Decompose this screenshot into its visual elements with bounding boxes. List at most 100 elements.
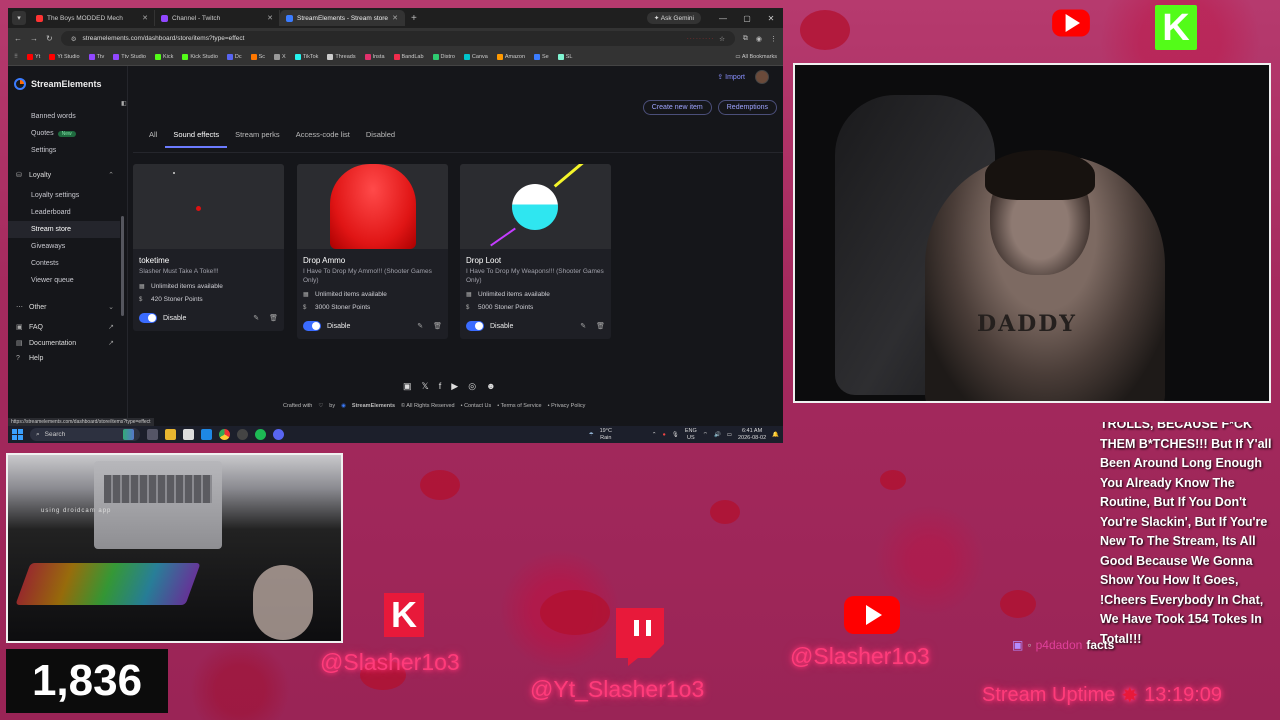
mic-icon[interactable]: 🎙 xyxy=(672,432,679,438)
back-icon[interactable]: ← xyxy=(14,34,22,43)
tray-app-icon[interactable]: ● xyxy=(663,432,666,438)
reload-icon[interactable]: ↻ xyxy=(46,34,53,43)
chrome-icon[interactable] xyxy=(219,429,230,440)
close-tab-icon[interactable]: ✕ xyxy=(267,14,273,22)
bookmark-dc[interactable]: Dc xyxy=(226,54,242,60)
discord-taskbar-icon[interactable] xyxy=(273,429,284,440)
store-item-card[interactable]: Drop Ammo I Have To Drop My Ammo!!! (Sho… xyxy=(297,164,448,340)
tab-search-icon[interactable]: ▾ xyxy=(12,11,26,25)
close-window-icon[interactable]: ✕ xyxy=(759,14,783,23)
twitch-icon[interactable]: ▣ xyxy=(403,381,412,392)
sidebar-item-help[interactable]: ? Help xyxy=(8,351,120,366)
sidebar-item-stream-store[interactable]: Stream store xyxy=(8,221,120,238)
bookmark-yt[interactable]: Yt xyxy=(27,54,40,60)
app-logo[interactable]: StreamElements xyxy=(8,66,127,96)
youtube-icon[interactable]: ▶ xyxy=(451,381,458,392)
item-enabled-toggle[interactable] xyxy=(466,321,484,332)
bookmark-sl[interactable]: SL xyxy=(557,54,572,60)
browser-tab-1[interactable]: The Boys MODDED Mech ✕ xyxy=(30,10,155,26)
sidebar-item-documentation[interactable]: ▤ Documentation ↗ xyxy=(8,335,120,351)
windows-start-icon[interactable] xyxy=(12,429,23,440)
sidebar-item-viewer-queue[interactable]: Viewer queue xyxy=(8,272,127,289)
store-item-card[interactable]: Drop Loot I Have To Drop My Weapons!!! (… xyxy=(460,164,611,340)
trash-icon[interactable]: 🗑 xyxy=(433,322,442,330)
sidebar-group-loyalty[interactable]: ⛁ Loyalty ⌃ xyxy=(8,163,120,187)
app-icon[interactable] xyxy=(201,429,212,440)
tab-stream-perks[interactable]: Stream perks xyxy=(227,126,288,148)
bookmark-distro[interactable]: Distro xyxy=(432,54,455,60)
redemptions-button[interactable]: Redemptions xyxy=(717,100,777,115)
maximize-icon[interactable]: ▢ xyxy=(735,14,759,23)
bookmark-amazon[interactable]: Amazon xyxy=(496,54,525,60)
edit-icon[interactable]: ✎ xyxy=(417,322,423,330)
battery-icon[interactable]: ▭ xyxy=(727,432,732,438)
facebook-icon[interactable]: f xyxy=(439,381,442,392)
instagram-icon[interactable]: ◎ xyxy=(468,381,476,392)
bookmark-kick[interactable]: Kick xyxy=(154,54,173,60)
sidebar-item-banned-words[interactable]: Banned words xyxy=(8,108,127,125)
edit-icon[interactable]: ✎ xyxy=(253,314,259,322)
obs-icon[interactable] xyxy=(237,429,248,440)
site-info-icon[interactable]: ⚙ xyxy=(71,35,77,43)
footer-privacy-link[interactable]: • Privacy Policy xyxy=(548,403,586,409)
clock[interactable]: 6:41 AM 2026-08-02 xyxy=(738,428,766,440)
trash-icon[interactable]: 🗑 xyxy=(269,314,278,322)
bookmark-x[interactable]: X xyxy=(274,54,286,60)
bookmark-tiktok[interactable]: TikTok xyxy=(294,54,318,60)
footer-contact-link[interactable]: • Contact Us xyxy=(461,403,492,409)
tab-sound-effects[interactable]: Sound effects xyxy=(165,126,228,148)
sidebar-item-loyalty-settings[interactable]: Loyalty settings xyxy=(8,187,127,204)
bookmark-insta[interactable]: Insta xyxy=(364,54,385,60)
sidebar-item-faq[interactable]: ▣ FAQ ↗ xyxy=(8,319,120,335)
bookmark-sc[interactable]: Sc xyxy=(250,54,265,60)
spotify-icon[interactable] xyxy=(255,429,266,440)
tab-access-code-list[interactable]: Access-code list xyxy=(288,126,358,148)
minimize-icon[interactable]: — xyxy=(711,14,735,23)
item-enabled-toggle[interactable] xyxy=(139,313,157,323)
sidebar-item-giveaways[interactable]: Giveaways xyxy=(8,238,127,255)
weather-widget[interactable]: 19°C Rain xyxy=(600,428,612,440)
forward-icon[interactable]: → xyxy=(30,34,38,43)
footer-terms-link[interactable]: • Terms of Service xyxy=(497,403,541,409)
browser-menu-icon[interactable]: ⋮ xyxy=(770,35,777,43)
trash-icon[interactable]: 🗑 xyxy=(596,322,605,330)
sidebar-item-leaderboard[interactable]: Leaderboard xyxy=(8,204,127,221)
bookmark-canva[interactable]: Canva xyxy=(463,54,488,60)
edit-icon[interactable]: ✎ xyxy=(580,322,586,330)
create-new-item-button[interactable]: Create new item xyxy=(642,100,712,115)
apps-grid-icon[interactable]: ⠿ xyxy=(14,54,18,60)
collapse-sidebar-icon[interactable]: ◧ xyxy=(121,100,127,107)
avatar[interactable] xyxy=(755,70,769,84)
store-icon[interactable] xyxy=(183,429,194,440)
profile-icon[interactable]: ◉ xyxy=(756,35,762,43)
import-button[interactable]: ⇪ Import xyxy=(717,73,745,81)
url-field[interactable]: ⚙ streamelements.com/dashboard/store/ite… xyxy=(60,31,735,46)
new-tab-button[interactable]: + xyxy=(405,13,423,24)
sidebar-scrollbar[interactable] xyxy=(121,216,124,316)
bookmark-star-icon[interactable]: ☆ xyxy=(719,35,725,43)
bookmark-threads[interactable]: Threads xyxy=(327,54,356,60)
bookmark-ttv[interactable]: Ttv xyxy=(88,54,104,60)
language-indicator[interactable]: ENG US xyxy=(685,428,697,440)
sidebar-group-other[interactable]: ⋯ Other ⌄ xyxy=(8,295,120,319)
close-tab-icon[interactable]: ✕ xyxy=(392,14,398,22)
volume-icon[interactable]: 🔊 xyxy=(714,432,721,438)
discord-icon[interactable]: ☻ xyxy=(486,381,495,392)
notification-icon[interactable]: 🔔 xyxy=(772,432,779,438)
sidebar-item-quotes[interactable]: Quotes New xyxy=(8,125,127,142)
bookmark-se[interactable]: Se xyxy=(534,54,549,60)
extension-icon[interactable]: ⧉ xyxy=(743,35,748,43)
taskbar-search[interactable]: ⌕ Search xyxy=(30,428,140,441)
bookmark-yt-studio[interactable]: Yt Studio xyxy=(49,54,80,60)
all-bookmarks[interactable]: ▭ All Bookmarks xyxy=(735,54,777,60)
bookmark-ttv-studio[interactable]: Ttv Studio xyxy=(113,54,146,60)
store-item-card[interactable]: toketime Slasher Must Take A Toke!!! ▦ Un… xyxy=(133,164,284,331)
task-view-icon[interactable] xyxy=(147,429,158,440)
bookmark-bandlab[interactable]: BandLab xyxy=(393,54,424,60)
sidebar-item-contests[interactable]: Contests xyxy=(8,255,127,272)
close-tab-icon[interactable]: ✕ xyxy=(142,14,148,22)
wifi-icon[interactable]: ⌔ xyxy=(703,431,708,438)
chevron-up-icon[interactable]: ⌃ xyxy=(652,432,657,438)
item-enabled-toggle[interactable] xyxy=(303,321,321,332)
bookmark-kick-studio[interactable]: Kick Studio xyxy=(182,54,218,60)
